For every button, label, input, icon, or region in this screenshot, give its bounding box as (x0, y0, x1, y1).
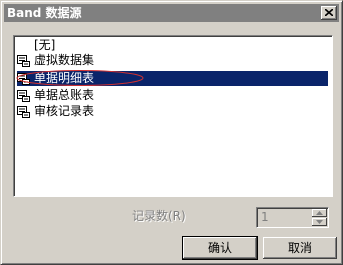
dataset-icon (17, 55, 30, 67)
spinner-buttons (312, 209, 327, 226)
spin-up-button[interactable] (312, 209, 327, 217)
datasource-list[interactable]: [无] 虚拟数据集 单据明细表 单据总账表 审核记录表 (13, 35, 333, 197)
window-title: Band 数据源 (7, 6, 82, 20)
arrow-up-icon (316, 211, 323, 215)
close-icon (325, 9, 333, 16)
record-count-spinner[interactable]: 1 (256, 207, 329, 228)
list-item-label: 虚拟数据集 (34, 53, 95, 67)
ok-button[interactable]: 确认 (182, 236, 258, 260)
arrow-down-icon (316, 220, 323, 224)
record-count-label: 记录数(R) (132, 209, 186, 223)
dataset-icon (17, 90, 30, 102)
spin-down-button[interactable] (312, 218, 327, 226)
cancel-button[interactable]: 取消 (263, 237, 337, 259)
list-item-selected[interactable]: 单据明细表 (17, 71, 328, 86)
dialog-window: Band 数据源 [无] 虚拟数据集 单据明细表 单据总账表 审核记录表 记录数… (0, 0, 343, 265)
list-item-label: [无] (34, 38, 56, 52)
list-item-label: 单据明细表 (34, 71, 95, 85)
list-item-label: 单据总账表 (34, 88, 95, 102)
record-count-value: 1 (261, 210, 269, 224)
dataset-icon (17, 106, 30, 118)
list-item-label: 审核记录表 (34, 104, 95, 118)
close-button[interactable] (321, 6, 337, 20)
dataset-icon (17, 73, 30, 85)
title-bar[interactable]: Band 数据源 (4, 4, 339, 22)
